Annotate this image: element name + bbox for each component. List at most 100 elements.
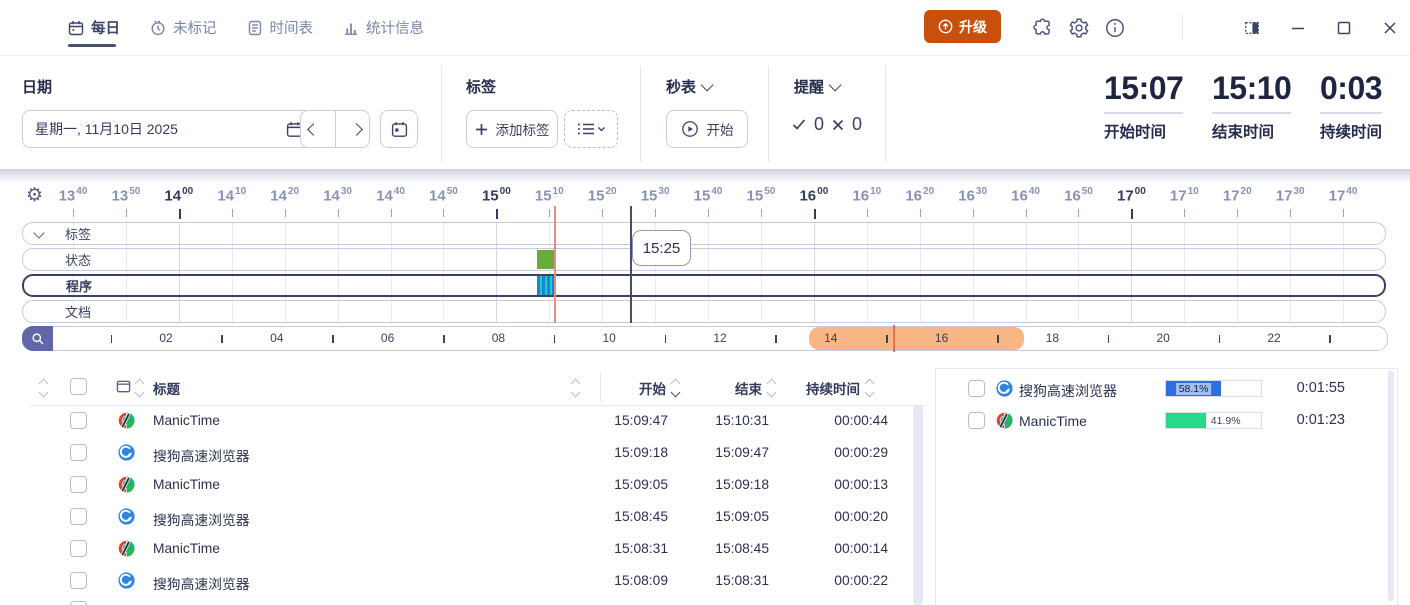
tab-timesheet[interactable]: 时间表: [247, 17, 314, 38]
next-day-button[interactable]: [343, 111, 369, 147]
cell-duration: 00:00:29: [834, 445, 888, 460]
start-time-stat: 15:07 开始时间: [1104, 70, 1183, 142]
stopwatch-section-label[interactable]: 秒表: [666, 76, 713, 97]
tag-list-dropdown[interactable]: [564, 110, 618, 148]
today-button[interactable]: [380, 110, 418, 148]
row-checkbox[interactable]: [968, 412, 985, 429]
ruler-label: 1640: [1011, 186, 1040, 205]
info-icon[interactable]: [1103, 16, 1127, 40]
summary-scrollbar[interactable]: [1388, 371, 1394, 601]
sort-icon[interactable]: [866, 380, 873, 396]
sort-icon-active[interactable]: [672, 380, 679, 396]
timeline-row-documents[interactable]: 文档: [22, 300, 1386, 323]
bar-chart-icon: [343, 20, 359, 36]
row-checkbox[interactable]: [70, 540, 87, 557]
table-row[interactable]: 搜狗高速浏览器15:09:1815:09:4700:00:29: [30, 437, 925, 469]
duration-stat: 0:03 持续时间: [1320, 70, 1382, 142]
table-row[interactable]: ManicTime15:09:0515:09:1800:00:13: [30, 469, 925, 501]
plus-icon: [475, 123, 488, 136]
reminders-status[interactable]: 0 0: [792, 114, 862, 135]
upgrade-label: 升级: [959, 17, 987, 37]
timeline-row-status[interactable]: 状态: [22, 248, 1386, 271]
add-tag-label: 添加标签: [496, 119, 550, 139]
ruler-tick: [549, 209, 550, 217]
ruler-label: 1410: [217, 186, 246, 205]
row-checkbox[interactable]: [70, 572, 87, 589]
day-overview-bar[interactable]: 0204060810121416182022: [22, 326, 1388, 351]
app-window-icon[interactable]: [116, 379, 131, 399]
table-row[interactable]: ManicTime15:08:3115:08:4500:00:14: [30, 533, 925, 565]
overview-zoom-button[interactable]: [22, 326, 53, 351]
tab-statistics[interactable]: 统计信息: [343, 17, 424, 38]
header-end[interactable]: 结束: [735, 378, 762, 398]
table-row[interactable]: 搜狗高速浏览器15:08:0915:08:3100:00:22: [30, 565, 925, 597]
select-all-checkbox[interactable]: [70, 378, 87, 395]
prev-day-button[interactable]: [301, 111, 327, 147]
ruler-tick: [1290, 209, 1291, 217]
overview-tick: [665, 335, 667, 343]
row-checkbox-partial[interactable]: [70, 601, 87, 605]
ruler-tick: [1237, 209, 1238, 217]
list-dropdown-icon: [577, 121, 605, 137]
stopwatch-start-button[interactable]: 开始: [666, 110, 748, 148]
timeline-row-label: 程序: [66, 276, 92, 295]
row-checkbox[interactable]: [70, 508, 87, 525]
cell-end: 15:08:45: [715, 541, 769, 556]
header-start[interactable]: 开始: [639, 378, 666, 398]
maximize-icon[interactable]: [1330, 14, 1358, 42]
ruler-label: 1550: [747, 186, 776, 205]
tab-label: 未标记: [173, 17, 217, 38]
sogou-browser-icon: [118, 572, 135, 589]
header-title[interactable]: 标题: [153, 378, 180, 398]
manictime-app-icon: [118, 540, 135, 557]
summary-row[interactable]: 搜狗高速浏览器58.1%0:01:55: [936, 373, 1397, 405]
header-duration[interactable]: 持续时间: [806, 378, 860, 398]
table-row[interactable]: 搜狗高速浏览器15:08:4515:09:0500:00:20: [30, 501, 925, 533]
sort-icon[interactable]: [40, 380, 47, 396]
sort-icon[interactable]: [572, 380, 579, 396]
tags-section-label: 标签: [466, 76, 496, 97]
timeline-row-tags[interactable]: 标签: [22, 222, 1386, 245]
row-checkbox[interactable]: [70, 476, 87, 493]
settings-gear-icon[interactable]: [1067, 16, 1091, 40]
overview-hour-label: 10: [603, 331, 616, 345]
ruler-label: 1510: [535, 186, 564, 205]
ruler-tick: [126, 209, 127, 217]
row-checkbox[interactable]: [70, 412, 87, 429]
cross-icon: [832, 119, 844, 131]
layout-icon[interactable]: [1238, 14, 1266, 42]
nav-tabs: 每日 未标记 时间表 统计信息: [68, 0, 424, 55]
ruler-tick: [285, 209, 286, 217]
tab-label: 统计信息: [366, 17, 424, 38]
summary-row[interactable]: ManicTime41.9%0:01:23: [936, 405, 1397, 437]
overview-hour-label: 18: [1046, 331, 1059, 345]
upgrade-button[interactable]: 升级: [924, 10, 1001, 43]
sort-icon[interactable]: [136, 380, 143, 396]
close-icon[interactable]: [1376, 14, 1404, 42]
timeline-row-applications[interactable]: 程序: [22, 274, 1386, 297]
date-nav: [300, 110, 370, 148]
tab-daily[interactable]: 每日: [68, 17, 120, 38]
row-checkbox[interactable]: [968, 380, 985, 397]
plugin-icon[interactable]: [1031, 16, 1055, 40]
date-input[interactable]: 星期一, 11月10日 2025: [22, 110, 316, 148]
minimize-icon[interactable]: [1284, 14, 1312, 42]
overview-tick: [111, 335, 113, 343]
add-tag-button[interactable]: 添加标签: [466, 110, 558, 148]
check-icon: [792, 118, 806, 131]
overview-selection[interactable]: [809, 327, 1024, 350]
ruler-label: 1630: [958, 186, 987, 205]
cell-start: 15:08:09: [614, 573, 668, 588]
reminders-section-label[interactable]: 提醒: [794, 76, 841, 97]
manictime-logo: [10, 7, 50, 47]
row-checkbox[interactable]: [70, 444, 87, 461]
ruler-label: 1620: [905, 186, 934, 205]
table-row[interactable]: ManicTime15:09:4715:10:3100:00:44: [30, 405, 925, 437]
toolbar-divider: [768, 66, 769, 162]
upgrade-arrow-icon: [938, 19, 953, 34]
sort-icon[interactable]: [768, 380, 775, 396]
table-scrollbar[interactable]: [913, 405, 923, 605]
ruler-label: 1730: [1276, 186, 1305, 205]
tab-untagged[interactable]: 未标记: [150, 17, 217, 38]
chevron-down-icon[interactable]: [33, 227, 44, 238]
